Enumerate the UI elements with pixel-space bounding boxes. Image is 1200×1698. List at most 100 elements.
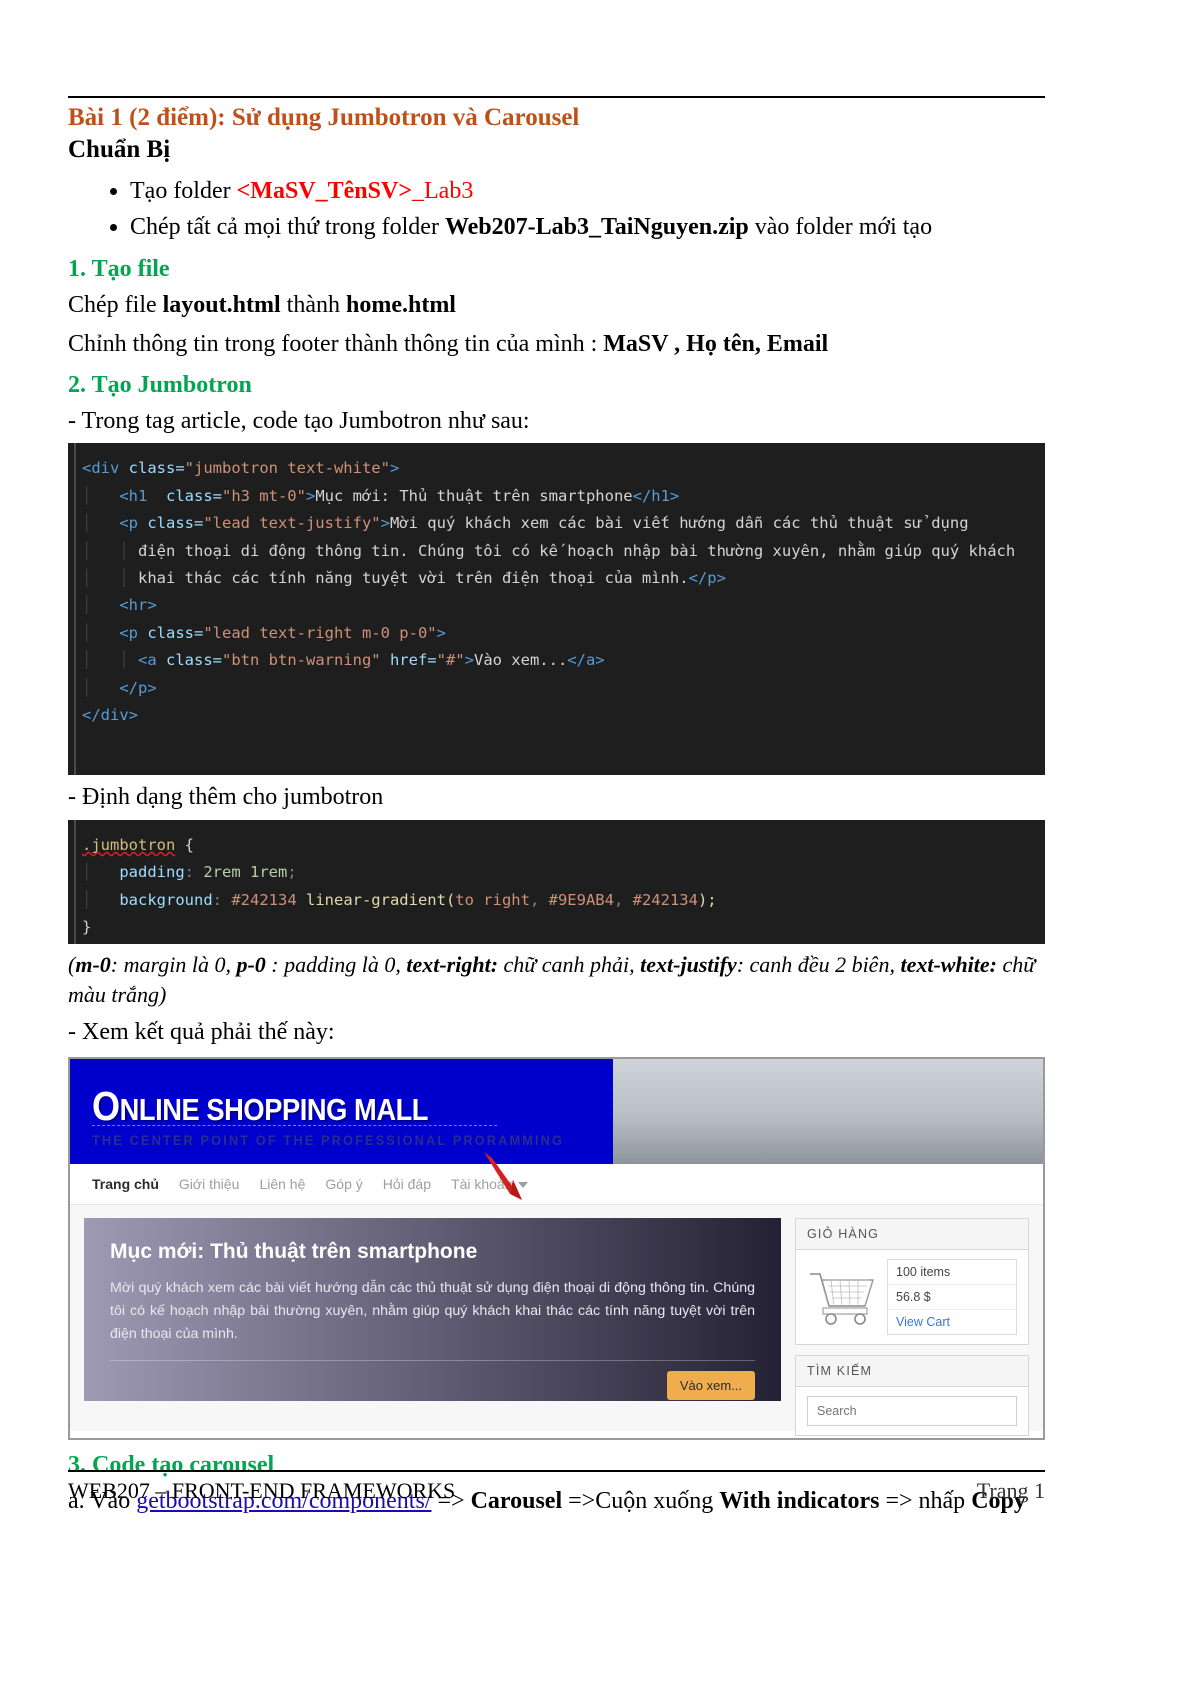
code-line-2: │ <h1 class="h3 mt-0">Mục mới: Thủ thuật… [82,486,680,505]
prep-item-2: Chép tất cả mọi thứ trong folder Web207-… [130,210,1045,244]
tok: background [119,890,213,909]
code-line-7: │ <p class="lead text-right m-0 p-0"> [82,623,446,642]
prep-item-2-filename: Web207-Lab3_TaiNguyen.zip [444,214,749,241]
preview-body: Mục mới: Thủ thuật trên smartphone Mời q… [70,1204,1043,1436]
cart-info: 100 items 56.8 $ View Cart [887,1258,1017,1335]
tok: class= [128,459,185,478]
tok: ); [697,890,717,909]
shopping-cart-icon [810,1273,874,1325]
note-m0: m-0 [75,951,111,977]
site-navbar: Trang chủ Giới thiệu Liên hệ Góp ý Hỏi đ… [70,1151,1043,1205]
tok: "h3 mt-0" [221,486,306,505]
nav-item-gop-y[interactable]: Góp ý [325,1176,362,1192]
tok: : [212,890,232,909]
prep-item-1-suffix: _Lab3 [412,178,474,204]
section-heading-2: 2. Tạo Jumbotron [68,371,252,398]
section2-css-intro: - Định dạng thêm cho jumbotron [68,784,384,811]
prep-item-1: Tạo folder <MaSV_TênSV>_Lab3 [130,174,1045,208]
tok: #9E9AB4 [548,890,614,909]
tok: Vào xem... [473,651,568,670]
code-gutter-css [74,819,76,944]
css-line-3: │ background: #242134 linear-gradient(to… [82,890,717,909]
tok: class= [156,486,222,505]
jumbotron-button-row: Vào xem... [110,1370,755,1400]
s1l1-file-from: layout.html [162,292,281,319]
tok: 2rem 1rem [203,863,288,882]
cart-panel: GIỎ HÀNG 100 items 56.8 $ View Cart [795,1217,1029,1345]
tok: </div> [82,706,138,725]
nav-item-hoi-dap[interactable]: Hỏi đáp [383,1176,431,1192]
code-block-html: <div class="jumbotron text-white"> │ <h1 … [68,443,1045,776]
tok: href= [380,651,437,670]
search-input[interactable] [807,1395,1017,1426]
preview-sidebar: GIỎ HÀNG 100 items 56.8 $ View Cart TÌM … [795,1217,1029,1436]
note-t1: : margin là 0, [110,951,237,977]
footer-course: WEB207 – FRONT-END FRAMEWORKS [68,1478,456,1503]
s1l1-pre: Chép file [68,292,163,319]
tok: > [305,486,316,505]
jumbotron-heading: Mục mới: Thủ thuật trên smartphone [110,1239,478,1263]
tok: "lead text-justify" [203,514,381,533]
search-panel-heading: TÌM KIẾM [796,1355,1028,1387]
code-line-3: │ <p class="lead text-justify">Mời quý k… [82,514,969,533]
section1-line-1: Chép file layout.html thành home.html [68,289,1045,321]
class-explanation-note: (m-0: margin là 0, p-0 : padding là 0, t… [68,950,1045,1011]
code-line-1: <div class="jumbotron text-white"> [68,455,1045,482]
footer-page-number: Trang 1 [976,1478,1045,1503]
page-title: Bài 1 (2 điểm): Sử dụng Jumbotron và Car… [68,104,580,131]
search-panel: TÌM KIẾM [795,1354,1029,1436]
nav-item-trang-chu[interactable]: Trang chủ [92,1176,159,1192]
code-line-4: │ │ điện thoại di động thông tin. Chúng … [82,541,1016,560]
tok: Mục mới: Thủ thuật trên smartphone [315,486,633,505]
note-t2: : padding là 0, [265,951,407,977]
tok: <p [119,623,148,642]
tok: > [464,651,474,670]
tok: "#" [436,651,465,670]
prep-item-2-tail: vào folder mới tạo [748,214,933,241]
document-page: Bài 1 (2 điểm): Sử dụng Jumbotron và Car… [0,0,1200,1698]
result-preview-screenshot: ONLINE SHOPPING MALL THE CENTER POINT OF… [68,1056,1045,1440]
tok: > [389,459,400,478]
tok: padding [119,863,185,882]
tok: to right [455,890,530,909]
prep-item-2-pre: Chép tất cả mọi thứ trong folder [130,214,445,241]
code-line-10: </div> [68,702,1045,729]
banner-tagline: THE CENTER POINT OF THE PROFESSIONAL PRO… [92,1132,565,1148]
section-heading-1: 1. Tạo file [68,256,170,283]
tok: điện thoại di động thông tin. Chúng tôi … [138,541,1016,560]
tok: <p [119,514,148,533]
header-rule [68,96,1045,98]
tok: > [436,623,446,642]
page-footer: WEB207 – FRONT-END FRAMEWORKS Trang 1 [68,1478,1045,1504]
note-textwhite: text-white: [900,951,997,977]
tok: "btn btn-warning" [222,651,381,670]
nav-item-gioi-thieu[interactable]: Giới thiệu [179,1176,240,1192]
css-line-1: .jumbotron { [68,832,1045,859]
s1l1-file-to: home.html [345,292,456,319]
s1l2-fields: MaSV , Họ tên, Email [603,330,829,357]
cart-panel-body: 100 items 56.8 $ View Cart [796,1250,1028,1344]
search-panel-body [796,1387,1028,1435]
tok: class= [147,514,204,533]
tok: </a> [567,651,605,670]
tok: : [184,863,204,882]
view-cart-link[interactable]: View Cart [888,1310,1016,1334]
tok: , [529,890,549,909]
note-t4: : canh đều 2 biên, [736,951,901,977]
css-line-4: } [68,914,1045,941]
prep-list: Tạo folder <MaSV_TênSV>_Lab3 Chép tất cả… [68,174,1045,244]
s1l2-pre: Chỉnh thông tin trong footer thành thông… [68,330,604,357]
note-textright: text-right: [406,951,499,977]
vao-xem-button[interactable]: Vào xem... [666,1370,755,1400]
nav-item-lien-he[interactable]: Liên hệ [259,1176,305,1192]
footer-rule [68,1470,1045,1472]
section2-intro: - Trong tag article, code tạo Jumbotron … [68,407,530,434]
code-line-9: │ </p> [82,678,157,697]
section1-line-2: Chỉnh thông tin trong footer thành thông… [68,328,1045,360]
jumbotron-preview: Mục mới: Thủ thuật trên smartphone Mời q… [84,1217,781,1401]
tok: linear-gradient( [296,890,456,909]
tok: class= [166,651,222,670]
section-heading-3: 3. Code tạo carousel [68,1451,275,1478]
tok: .jumbotron [82,835,176,854]
tok: class= [147,623,204,642]
